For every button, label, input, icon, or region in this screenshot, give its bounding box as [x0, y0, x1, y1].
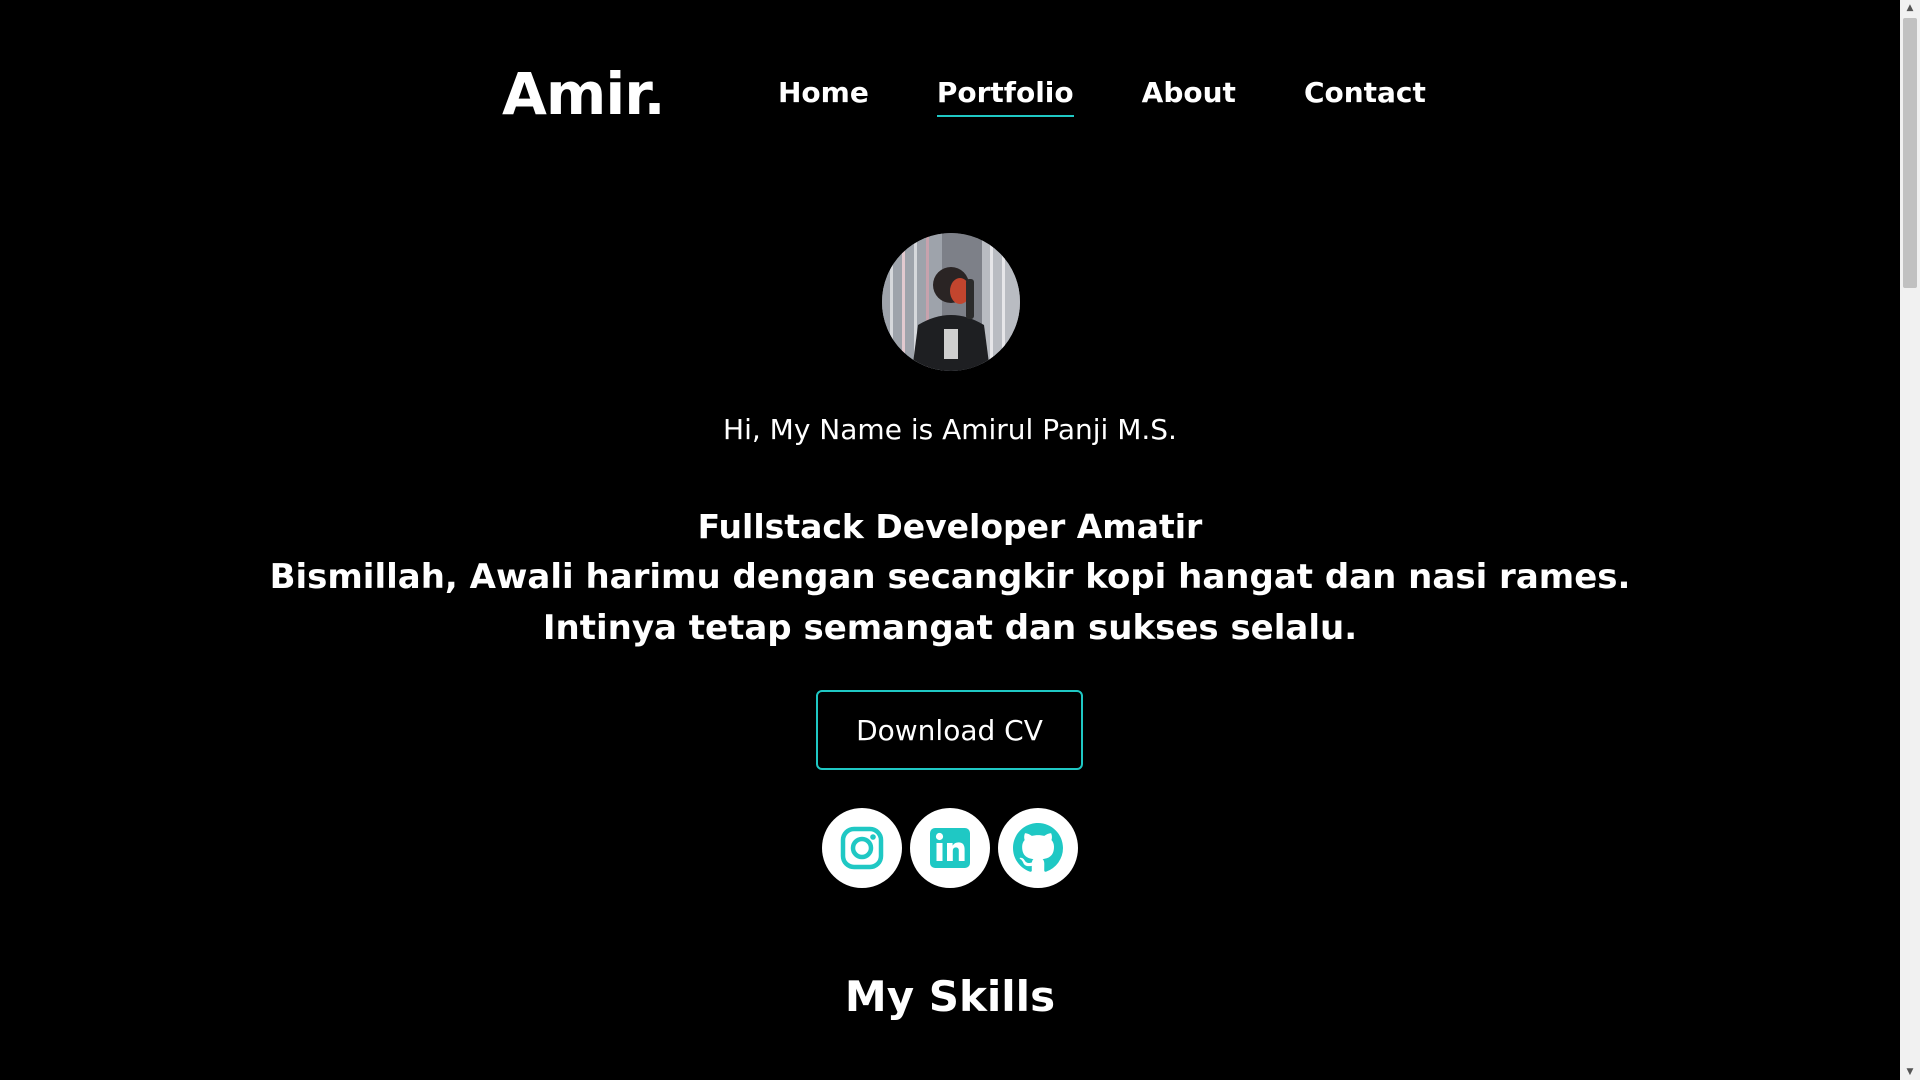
hero-tagline: Fullstack Developer Amatir Bismillah, Aw… [0, 502, 1900, 654]
main-content: Amir. Home Portfolio About Contact Hi, M… [0, 0, 1900, 1080]
linkedin-link[interactable] [910, 808, 990, 888]
profile-avatar [882, 233, 1020, 371]
skills-section-title: My Skills [844, 972, 1056, 1021]
tagline-role: Fullstack Developer Amatir [697, 507, 1203, 546]
site-logo[interactable]: Amir. [502, 58, 666, 130]
instagram-icon [840, 826, 884, 870]
nav-item-contact[interactable]: Contact [1304, 76, 1426, 117]
nav-item-about[interactable]: About [1142, 76, 1236, 117]
scroll-down-arrow-icon[interactable]: ▼ [1900, 1064, 1920, 1080]
social-links [822, 808, 1086, 888]
linkedin-icon [930, 828, 970, 868]
nav-item-home[interactable]: Home [778, 76, 869, 117]
nav-item-portfolio[interactable]: Portfolio [936, 76, 1074, 117]
scroll-up-arrow-icon[interactable]: ▲ [1900, 0, 1920, 16]
scrollbar-thumb[interactable] [1903, 18, 1917, 288]
github-link[interactable] [998, 808, 1078, 888]
tagline-line-2: Bismillah, Awali harimu dengan secangkir… [269, 557, 1631, 597]
download-cv-button[interactable]: Download CV [816, 690, 1083, 770]
instagram-link[interactable] [822, 808, 902, 888]
page-scrollbar[interactable]: ▲ ▼ [1900, 0, 1920, 1080]
main-nav: Home Portfolio About Contact [778, 76, 1494, 117]
github-icon [1013, 823, 1063, 872]
tagline-line-3: Intinya tetap semangat dan sukses selalu… [542, 608, 1358, 648]
page: Amir. Home Portfolio About Contact Hi, M… [0, 0, 1920, 1080]
greeting-text: Hi, My Name is Amirul Panji M.S. [723, 413, 1177, 446]
